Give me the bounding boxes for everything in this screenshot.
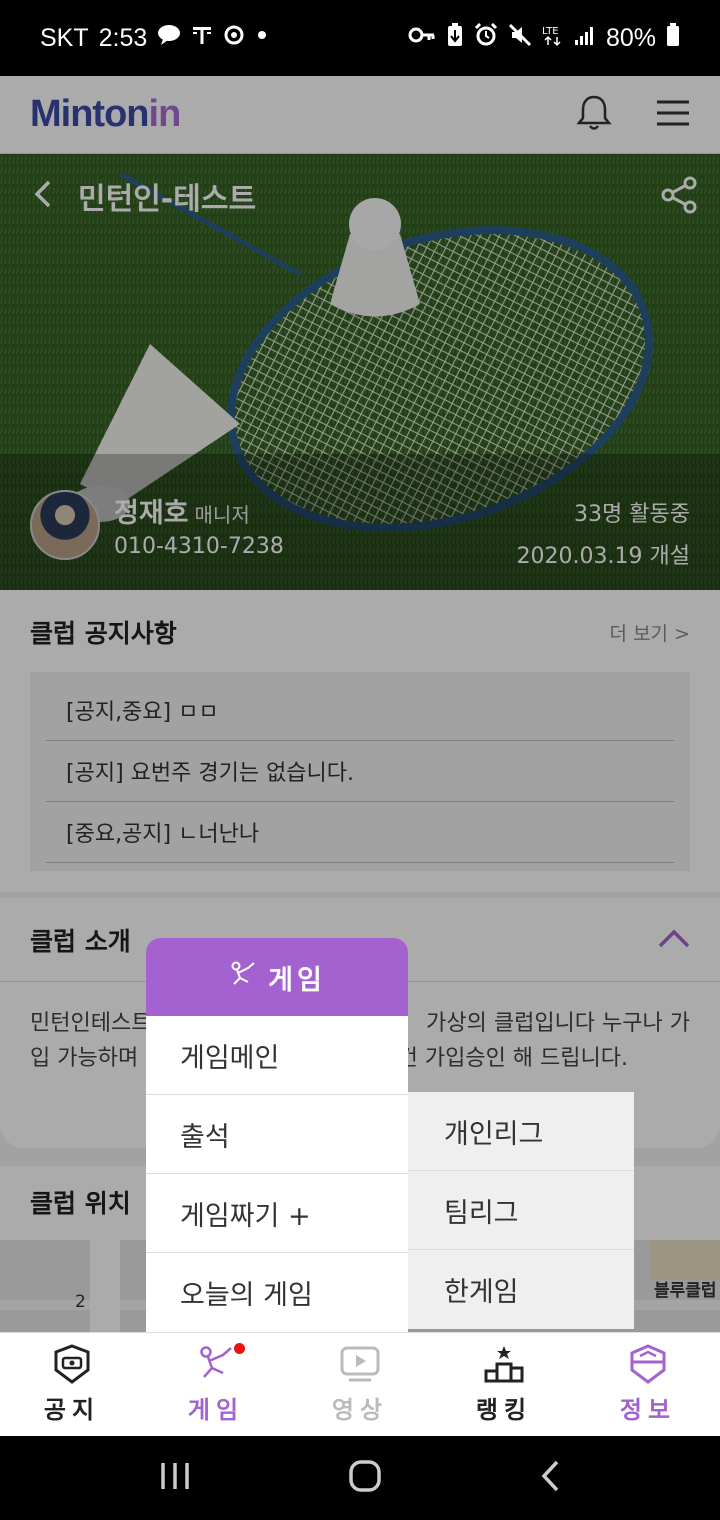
members-active: 33명 활동중	[574, 502, 690, 527]
club-title: 민턴인-테스트	[78, 182, 257, 217]
tab-label: 정보	[619, 1396, 677, 1424]
notice-item[interactable]: [중요,공지] ㄴ너난나	[46, 802, 674, 863]
home-icon[interactable]	[348, 1459, 382, 1497]
signal-icon	[574, 24, 596, 52]
manager-avatar[interactable]	[30, 490, 100, 560]
notice-more-link[interactable]: 더 보기 >	[610, 619, 690, 646]
recent-apps-icon[interactable]	[159, 1461, 191, 1495]
chevron-up-icon[interactable]	[658, 928, 690, 952]
menu-item-today-game[interactable]: 오늘의 게임	[146, 1253, 408, 1332]
alarm-icon	[474, 22, 498, 53]
key-icon	[408, 24, 436, 52]
menu-icon[interactable]	[656, 99, 690, 131]
app-header: Mintonin	[0, 76, 720, 154]
battery-saver-icon	[446, 23, 464, 53]
battery-percent: 80%	[605, 23, 656, 52]
game-menu-title: 게임	[268, 964, 326, 996]
submenu-item-team-league[interactable]: 팀리그	[408, 1171, 634, 1250]
share-icon[interactable]	[660, 176, 698, 218]
game-popup-menu: 게임 게임메인 출석 게임짜기 + 오늘의 게임	[146, 938, 408, 1332]
system-navigation-bar	[0, 1436, 720, 1520]
intro-line2-left: 입 가능하며	[30, 1046, 139, 1072]
tab-label: 랭킹	[475, 1396, 533, 1424]
tab-notice[interactable]: 공지	[0, 1333, 144, 1436]
tab-label: 영상	[331, 1396, 389, 1424]
club-hero: 민턴인-테스트 정재호 매니저 010-4310-7238 33명 활동중 202…	[0, 154, 720, 590]
intro-line1-left: 민턴인테스트	[30, 1011, 152, 1036]
back-nav-icon[interactable]	[539, 1459, 561, 1497]
intro-title: 클럽 소개	[30, 926, 131, 956]
menu-item-make-game[interactable]: 게임짜기 +	[146, 1174, 408, 1253]
logo-main: Minton	[30, 93, 150, 135]
talk-icon	[157, 24, 181, 52]
tab-label: 게임	[187, 1396, 245, 1424]
notice-shield-icon	[54, 1344, 90, 1384]
tab-game[interactable]: 게임	[144, 1333, 288, 1436]
location-title: 클럽 위치	[30, 1189, 131, 1218]
podium-icon	[484, 1346, 524, 1383]
club-stats: 33명 활동중 2020.03.19 개설	[517, 496, 690, 580]
game-menu-header: 게임	[146, 938, 408, 1016]
video-play-icon	[340, 1346, 380, 1382]
map-label: 2	[75, 1292, 86, 1312]
submenu-item-one-game[interactable]: 한게임	[408, 1250, 634, 1329]
back-icon[interactable]	[34, 179, 52, 213]
badminton-player-icon	[228, 960, 258, 995]
tab-info[interactable]: 정보	[576, 1333, 720, 1436]
founded-date: 2020.03.19 개설	[516, 544, 690, 569]
lte-icon: LTE	[542, 23, 564, 53]
intro-line1-right: 가상의 클럽입니다 누구나 가	[426, 1011, 690, 1036]
status-bar: SKT 2:53 LTE 80%	[0, 0, 720, 76]
tab-label: 공지	[43, 1396, 101, 1424]
intro-line2-right: 건 가입승인 해 드립니다.	[397, 1046, 628, 1072]
manager-phone[interactable]: 010-4310-7238	[114, 534, 284, 559]
notification-dot	[234, 1343, 245, 1354]
manager-name: 정재호	[114, 498, 189, 529]
mute-icon	[508, 23, 532, 53]
t-icon	[191, 24, 213, 52]
manager-info: 정재호 매니저 010-4310-7238	[30, 490, 284, 560]
notice-item[interactable]: [공지] 요번주 경기는 없습니다.	[46, 741, 674, 802]
notice-section: 클럽 공지사항 더 보기 > [공지,중요] ㅁㅁ [공지] 요번주 경기는 없…	[0, 590, 720, 892]
manager-role: 매니저	[194, 503, 250, 527]
carrier: SKT	[40, 23, 89, 52]
bottom-tab-bar: 공지 게임 영상 랭킹 정보	[0, 1332, 720, 1436]
minton-in-logo[interactable]: Mintonin	[30, 93, 182, 136]
tab-video[interactable]: 영상	[288, 1333, 432, 1436]
info-shield-icon	[630, 1344, 666, 1384]
map-label: 블루클럽	[654, 1281, 717, 1301]
dot-icon	[255, 24, 269, 52]
notice-item[interactable]: [공지,중요] ㅁㅁ	[46, 680, 674, 741]
notice-list: [공지,중요] ㅁㅁ [공지] 요번주 경기는 없습니다. [중요,공지] ㄴ너…	[30, 672, 690, 871]
bell-icon[interactable]	[576, 94, 612, 136]
app-screen: Mintonin 민턴인-테스트 정재호 매니저 010-4310-7238 3…	[0, 76, 720, 1332]
badminton-player-icon	[200, 1346, 232, 1378]
menu-item-game-main[interactable]: 게임메인	[146, 1016, 408, 1095]
game-submenu: 개인리그 팀리그 한게임	[408, 1092, 634, 1329]
logo-in: in	[148, 93, 182, 135]
tab-ranking[interactable]: 랭킹	[432, 1333, 576, 1436]
svg-text:LTE: LTE	[542, 26, 559, 37]
notice-title: 클럽 공지사항	[30, 619, 177, 648]
submenu-item-individual-league[interactable]: 개인리그	[408, 1092, 634, 1171]
clock: 2:53	[98, 23, 148, 52]
location-icon	[223, 24, 245, 52]
menu-item-attendance[interactable]: 출석	[146, 1095, 408, 1174]
battery-icon	[666, 23, 680, 53]
